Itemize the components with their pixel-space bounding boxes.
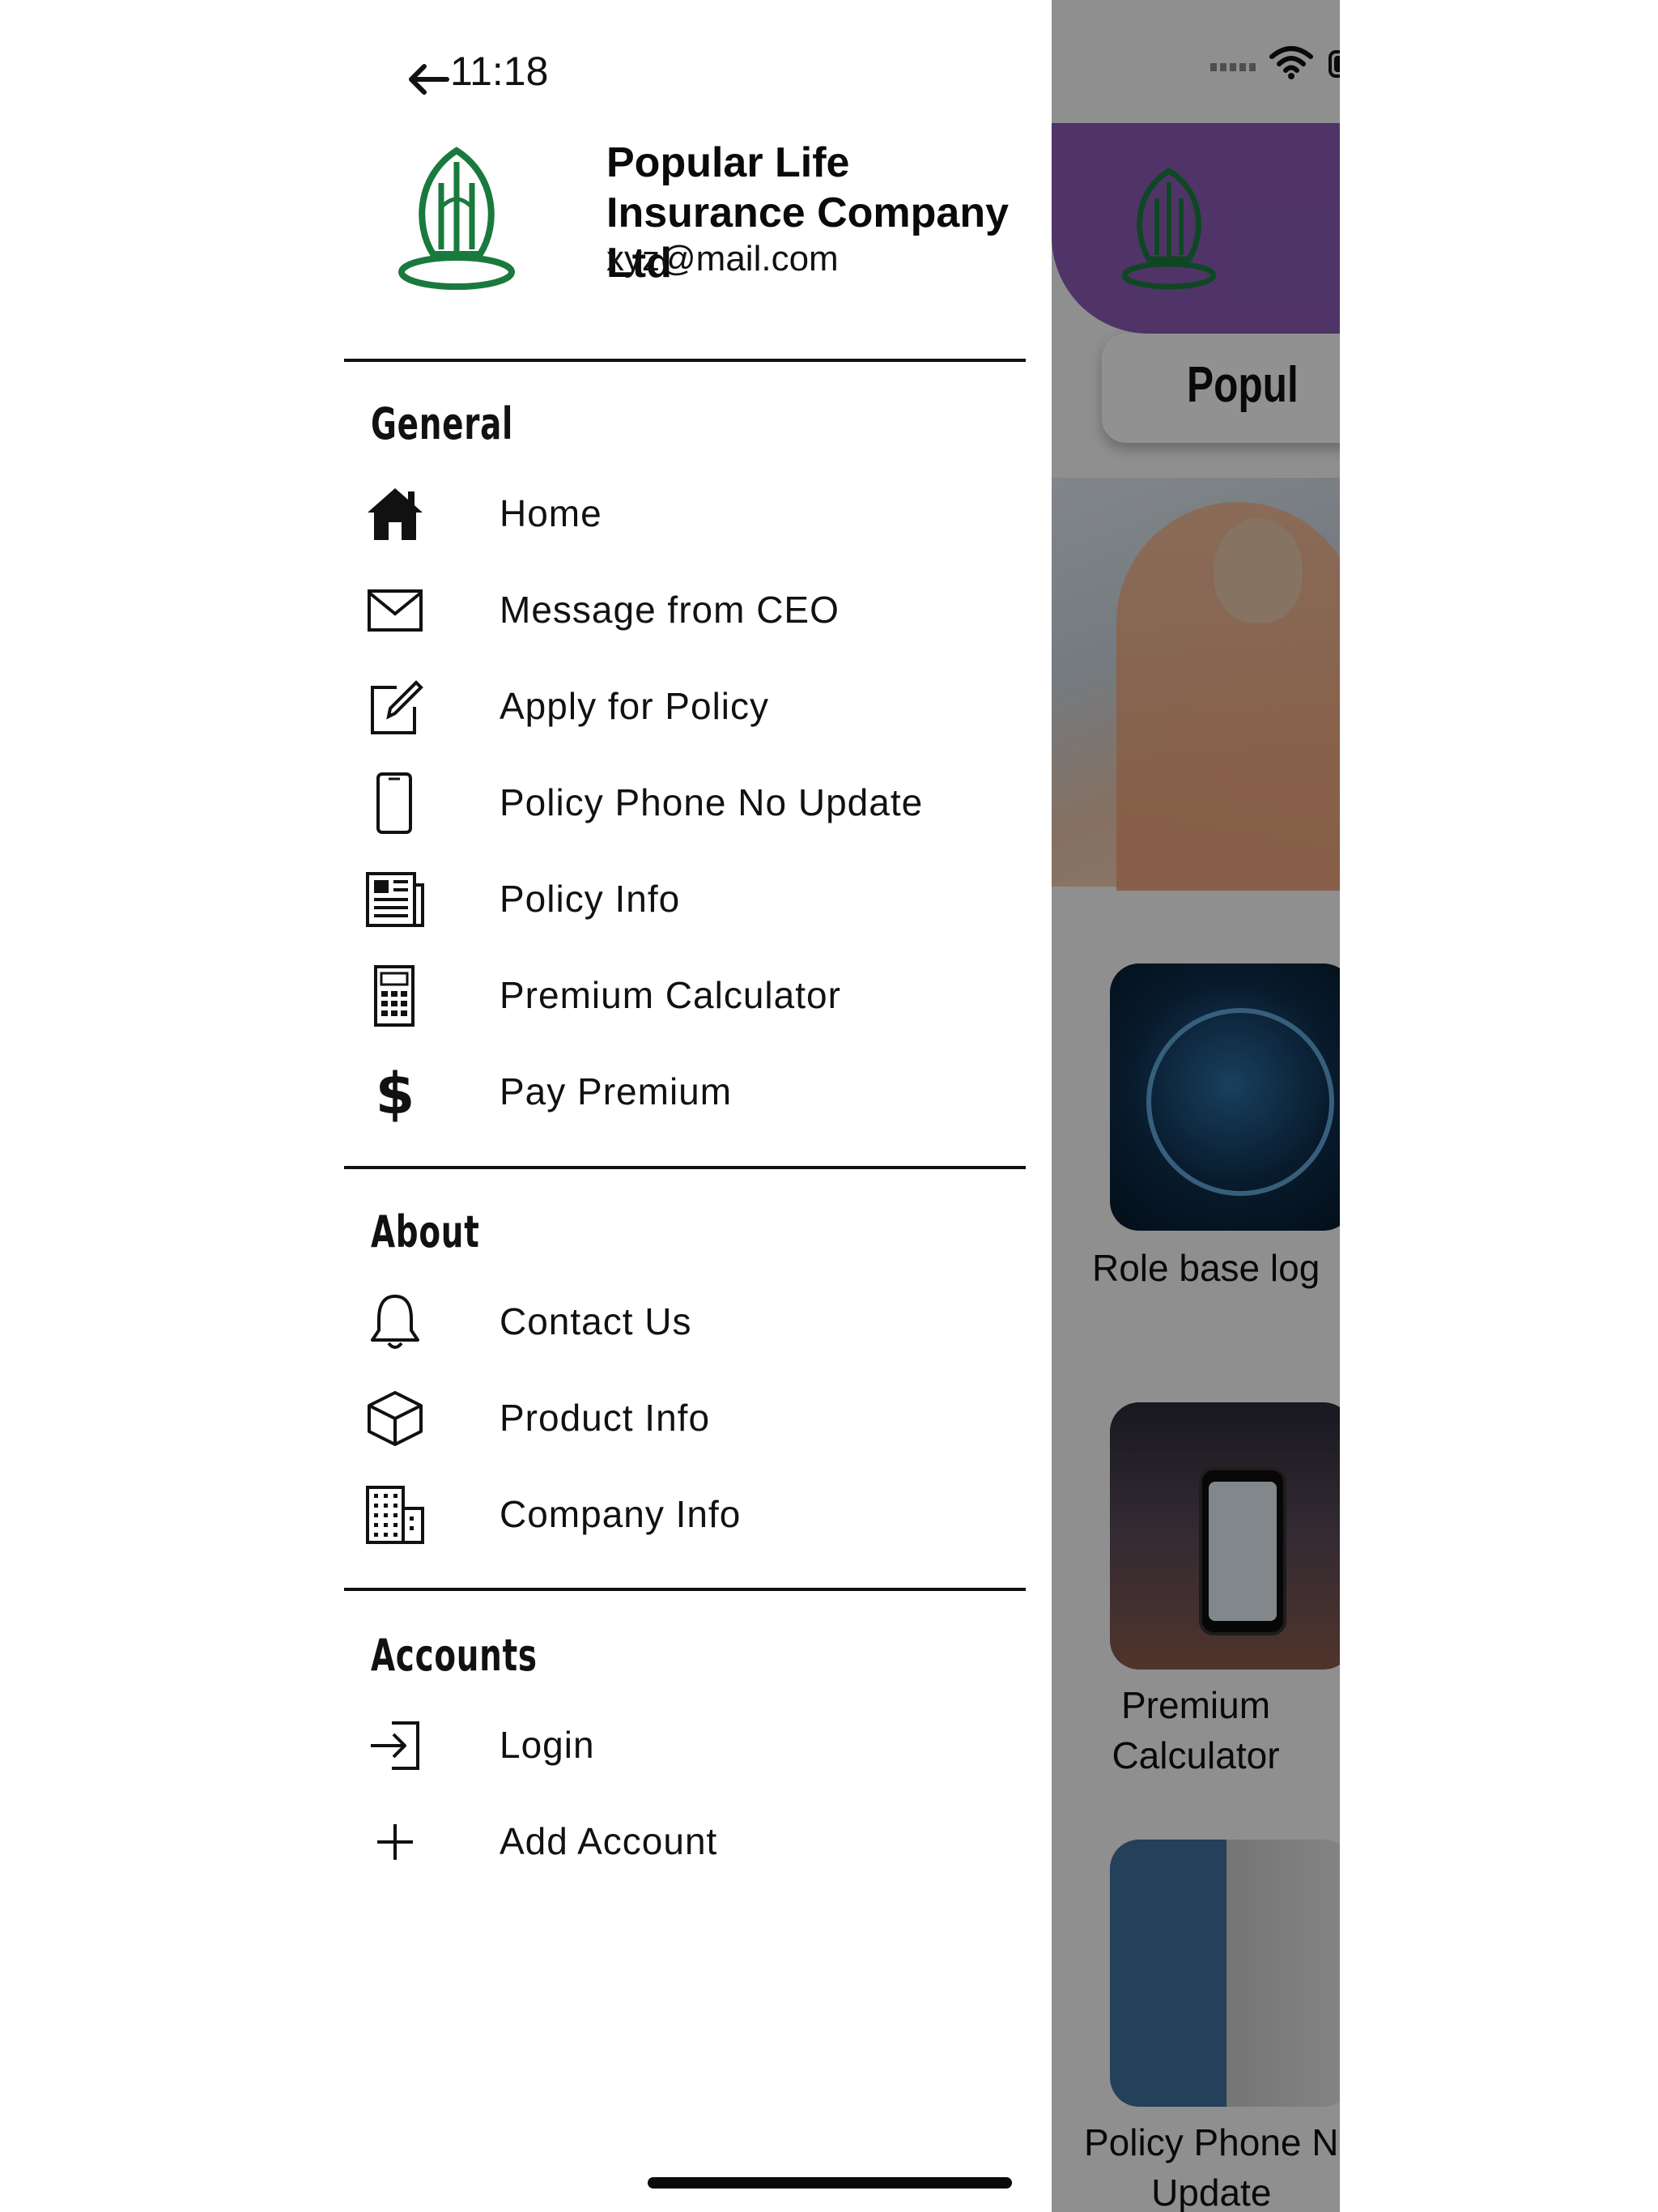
menu-item-apply-for-policy[interactable]: Apply for Policy [344, 666, 1026, 747]
menu-item-company-info[interactable]: Company Info [344, 1474, 1026, 1555]
menu-item-message-from-ceo[interactable]: Message from CEO [344, 570, 1026, 651]
menu-item-add-account[interactable]: Add Account [344, 1802, 1026, 1882]
login-icon [364, 1715, 426, 1776]
app-screen: Popul Role base log Premium Calculator P… [344, 0, 1340, 2212]
building-icon [364, 1484, 426, 1546]
bell-icon [364, 1291, 426, 1353]
menu-label: Apply for Policy [500, 685, 770, 727]
section-title-accounts: Accounts [371, 1630, 538, 1681]
menu-item-home[interactable]: Home [344, 474, 1026, 555]
back-arrow-icon[interactable] [405, 55, 453, 104]
menu-label: Login [500, 1724, 595, 1766]
home-indicator[interactable] [648, 2177, 1012, 2189]
divider [344, 359, 1026, 362]
drawer-scrim[interactable] [1052, 0, 1340, 2212]
menu-label: Home [500, 492, 602, 534]
menu-item-premium-calculator[interactable]: Premium Calculator [344, 955, 1026, 1036]
svg-text:$: $ [376, 1061, 415, 1123]
menu-label: Policy Phone No Update [500, 781, 924, 823]
menu-label: Premium Calculator [500, 974, 841, 1016]
status-bar-left: 11:18 [405, 39, 548, 104]
user-email: xyz@mail.com [606, 239, 839, 279]
menu-item-contact-us[interactable]: Contact Us [344, 1282, 1026, 1363]
status-time: 11:18 [450, 49, 549, 94]
menu-label: Pay Premium [500, 1070, 733, 1112]
menu-label: Policy Info [500, 878, 681, 920]
plus-icon [364, 1811, 426, 1873]
menu-label: Contact Us [500, 1300, 692, 1342]
drawer-header: Popular Life Insurance Company Ltd xyz@m… [394, 138, 1026, 300]
menu-label: Company Info [500, 1493, 742, 1535]
box-icon [364, 1388, 426, 1449]
menu-label: Add Account [500, 1820, 718, 1862]
divider [344, 1588, 1026, 1591]
menu-label: Message from CEO [500, 589, 840, 631]
dollar-icon: $ [364, 1061, 426, 1123]
section-title-about: About [371, 1206, 480, 1257]
menu-item-pay-premium[interactable]: $ Pay Premium [344, 1052, 1026, 1133]
section-title-general: General [371, 398, 514, 449]
newspaper-icon [364, 869, 426, 930]
menu-item-policy-info[interactable]: Policy Info [344, 859, 1026, 940]
menu-item-product-info[interactable]: Product Info [344, 1378, 1026, 1459]
navigation-drawer: 11:18 Popular Life Insurance Company Ltd… [344, 0, 1052, 2212]
home-icon [364, 483, 426, 545]
menu-item-login[interactable]: Login [344, 1705, 1026, 1786]
menu-label: Product Info [500, 1397, 711, 1439]
divider [344, 1166, 1026, 1169]
edit-icon [364, 676, 426, 738]
envelope-icon [364, 580, 426, 641]
phone-icon [364, 772, 426, 834]
company-logo [398, 147, 515, 290]
calculator-icon [364, 965, 426, 1027]
menu-item-policy-phone-update[interactable]: Policy Phone No Update [344, 763, 1026, 844]
